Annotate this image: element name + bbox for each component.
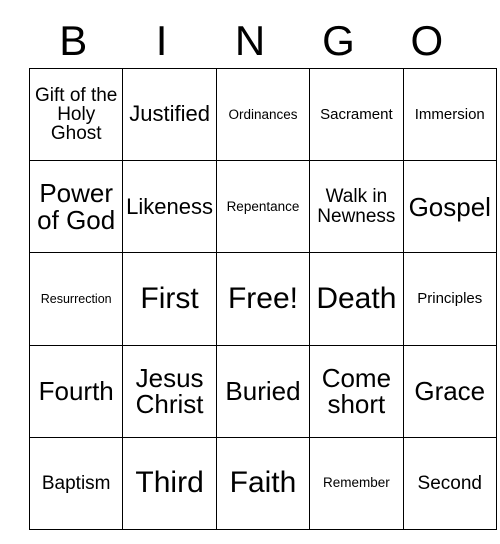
- bingo-cell[interactable]: Repentance: [215, 160, 311, 254]
- bingo-cell[interactable]: Resurrection: [28, 252, 124, 346]
- bingo-header-letter-g: G: [322, 17, 355, 64]
- bingo-cell[interactable]: Likeness: [122, 160, 217, 254]
- bingo-cell[interactable]: Come short: [309, 344, 404, 438]
- bingo-cell[interactable]: Grace: [402, 344, 497, 438]
- bingo-cell[interactable]: Gospel: [402, 160, 497, 254]
- bingo-cell[interactable]: First: [122, 252, 217, 346]
- bingo-header-letter-b: B: [59, 17, 88, 64]
- bingo-cell[interactable]: Death: [309, 252, 404, 346]
- bingo-cell[interactable]: Second: [402, 436, 497, 530]
- bingo-cell[interactable]: Baptism: [28, 436, 124, 530]
- bingo-cell[interactable]: Ordinances: [215, 67, 311, 162]
- bingo-row: Gift of the Holy Ghost Justified Ordinance…: [28, 67, 497, 162]
- bingo-cell[interactable]: Sacrament: [309, 67, 404, 162]
- bingo-grid: Gift of the Holy Ghost Justified Ordinance…: [28, 67, 497, 530]
- bingo-header: BINGO: [29, 14, 471, 68]
- bingo-free-space-cell[interactable]: Free!: [215, 252, 311, 346]
- bingo-cell[interactable]: Remember: [309, 436, 404, 530]
- bingo-cell[interactable]: Faith: [215, 436, 311, 530]
- bingo-row: Power of God Likeness Repentance Walk in Ne…: [28, 160, 497, 254]
- bingo-cell[interactable]: Walk in Newness: [309, 160, 404, 254]
- bingo-cell[interactable]: Third: [122, 436, 217, 530]
- bingo-row: Fourth Jesus Christ Buried Come short Grace: [28, 344, 497, 438]
- bingo-cell[interactable]: Fourth: [28, 344, 124, 438]
- bingo-card: B I N G O Gift of the Holy Ghost Justified Ord…: [0, 0, 500, 544]
- bingo-header-letter-o: O: [410, 17, 444, 64]
- bingo-cell[interactable]: Justified: [122, 67, 217, 162]
- bingo-cell[interactable]: Gift of the Holy Ghost: [28, 67, 124, 162]
- bingo-grid-body: Gift of the Holy Ghost Justified Ordinance…: [28, 67, 497, 530]
- bingo-cell[interactable]: Buried: [215, 344, 311, 438]
- bingo-cell[interactable]: Jesus Christ: [122, 344, 217, 438]
- bingo-row: Baptism Third Faith Remember Second: [28, 436, 497, 530]
- bingo-header-letter-n: N: [234, 17, 266, 64]
- bingo-cell[interactable]: Immersion: [402, 67, 497, 162]
- bingo-cell[interactable]: Power of God: [28, 160, 124, 254]
- bingo-header-letter-i: I: [155, 17, 168, 64]
- bingo-row: Resurrection First Free! Death Principles: [28, 252, 497, 346]
- bingo-cell[interactable]: Principles: [402, 252, 497, 346]
